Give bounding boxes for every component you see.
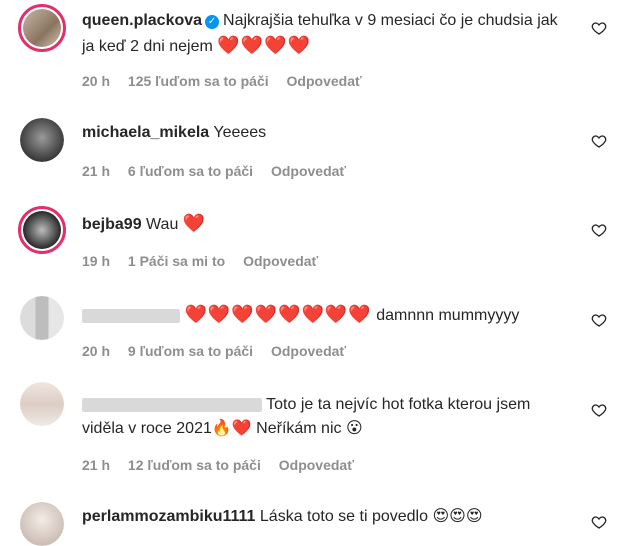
comment-username[interactable]: bejba99 — [82, 216, 142, 233]
comment-text-block: queen.plackova ✓ Najkrajšia tehuľka v 9 me… — [82, 9, 562, 59]
comment-meta: 19 h 1 Páči sa mi to Odpovedať — [82, 253, 332, 269]
comment-text-block: Toto je ta nejvíc hot fotka kterou jsem … — [82, 393, 562, 441]
heart-outline-icon[interactable] — [591, 312, 607, 328]
comment-username[interactable]: michaela_mikela — [82, 124, 209, 141]
comment-time[interactable]: 20 h — [82, 343, 110, 359]
heart-emoji: ❤️❤️❤️❤️❤️❤️❤️❤️ — [184, 304, 372, 324]
comment-text: Wau — [146, 216, 179, 233]
comment-text-block: michaela_mikela Yeeees — [82, 121, 562, 145]
reply-button[interactable]: Odpovedať — [271, 343, 346, 359]
heart-outline-icon[interactable] — [591, 133, 607, 149]
comment-meta: 20 h 9 ľuďom sa to páči Odpovedať — [82, 343, 360, 359]
heart-eyes-emoji: 😍😍😍 — [432, 508, 483, 525]
comment-text: Yeeees — [213, 124, 267, 141]
heart-outline-icon[interactable] — [591, 20, 607, 36]
comment-likes-count[interactable]: 12 ľuďom sa to páči — [128, 457, 261, 473]
comment-text-block: bejba99 Wau ❤️ — [82, 211, 562, 237]
reply-button[interactable]: Odpovedať — [279, 457, 354, 473]
comment-time[interactable]: 21 h — [82, 457, 110, 473]
comment-meta: 21 h 6 ľuďom sa to páči Odpovedať — [82, 163, 360, 179]
heart-emoji: ❤️ — [182, 213, 207, 233]
heart-outline-icon[interactable] — [591, 222, 607, 238]
heart-outline-icon[interactable] — [591, 402, 607, 418]
verified-badge-icon: ✓ — [205, 15, 220, 29]
reply-button[interactable]: Odpovedať — [271, 163, 346, 179]
comment-meta: 20 h 125 ľuďom sa to páči Odpovedať — [82, 73, 376, 89]
comment-likes-count[interactable]: 9 ľuďom sa to páči — [128, 343, 253, 359]
surprised-emoji: 😮 — [345, 420, 363, 437]
comment-text-block: ❤️❤️❤️❤️❤️❤️❤️❤️ damnnn mummyyyy — [82, 302, 562, 328]
comment-username[interactable]: perlammozambiku1111 — [82, 508, 255, 525]
heart-emoji: ❤️❤️❤️❤️ — [217, 35, 311, 55]
comment-meta: 21 h 12 ľuďom sa to páči Odpovedať — [82, 457, 368, 473]
comment-likes-count[interactable]: 6 ľuďom sa to páči — [128, 163, 253, 179]
avatar[interactable] — [20, 382, 64, 426]
redacted-username — [82, 397, 262, 412]
reply-button[interactable]: Odpovedať — [287, 73, 362, 89]
reply-button[interactable]: Odpovedať — [243, 253, 318, 269]
comment-time[interactable]: 20 h — [82, 73, 110, 89]
comment-likes-count[interactable]: 1 Páči sa mi to — [128, 253, 225, 269]
comment-username[interactable]: queen.plackova — [82, 12, 202, 29]
avatar[interactable] — [20, 296, 64, 340]
redacted-username — [82, 308, 180, 323]
avatar[interactable] — [20, 502, 64, 546]
fire-heart-emoji: 🔥❤️ — [211, 420, 252, 437]
avatar[interactable] — [18, 4, 66, 52]
comment-text-2: Neříkám nic — [256, 420, 342, 437]
avatar[interactable] — [18, 206, 66, 254]
comment-likes-count[interactable]: 125 ľuďom sa to páči — [128, 73, 269, 89]
heart-outline-icon[interactable] — [591, 514, 607, 530]
comment-text: Láska toto se ti povedlo — [259, 508, 428, 525]
comment-time[interactable]: 21 h — [82, 163, 110, 179]
comment-time[interactable]: 19 h — [82, 253, 110, 269]
avatar[interactable] — [20, 118, 64, 162]
comment-text-block: perlammozambiku1111 Láska toto se ti pov… — [82, 505, 562, 529]
comment-text: damnnn mummyyyy — [376, 307, 520, 324]
